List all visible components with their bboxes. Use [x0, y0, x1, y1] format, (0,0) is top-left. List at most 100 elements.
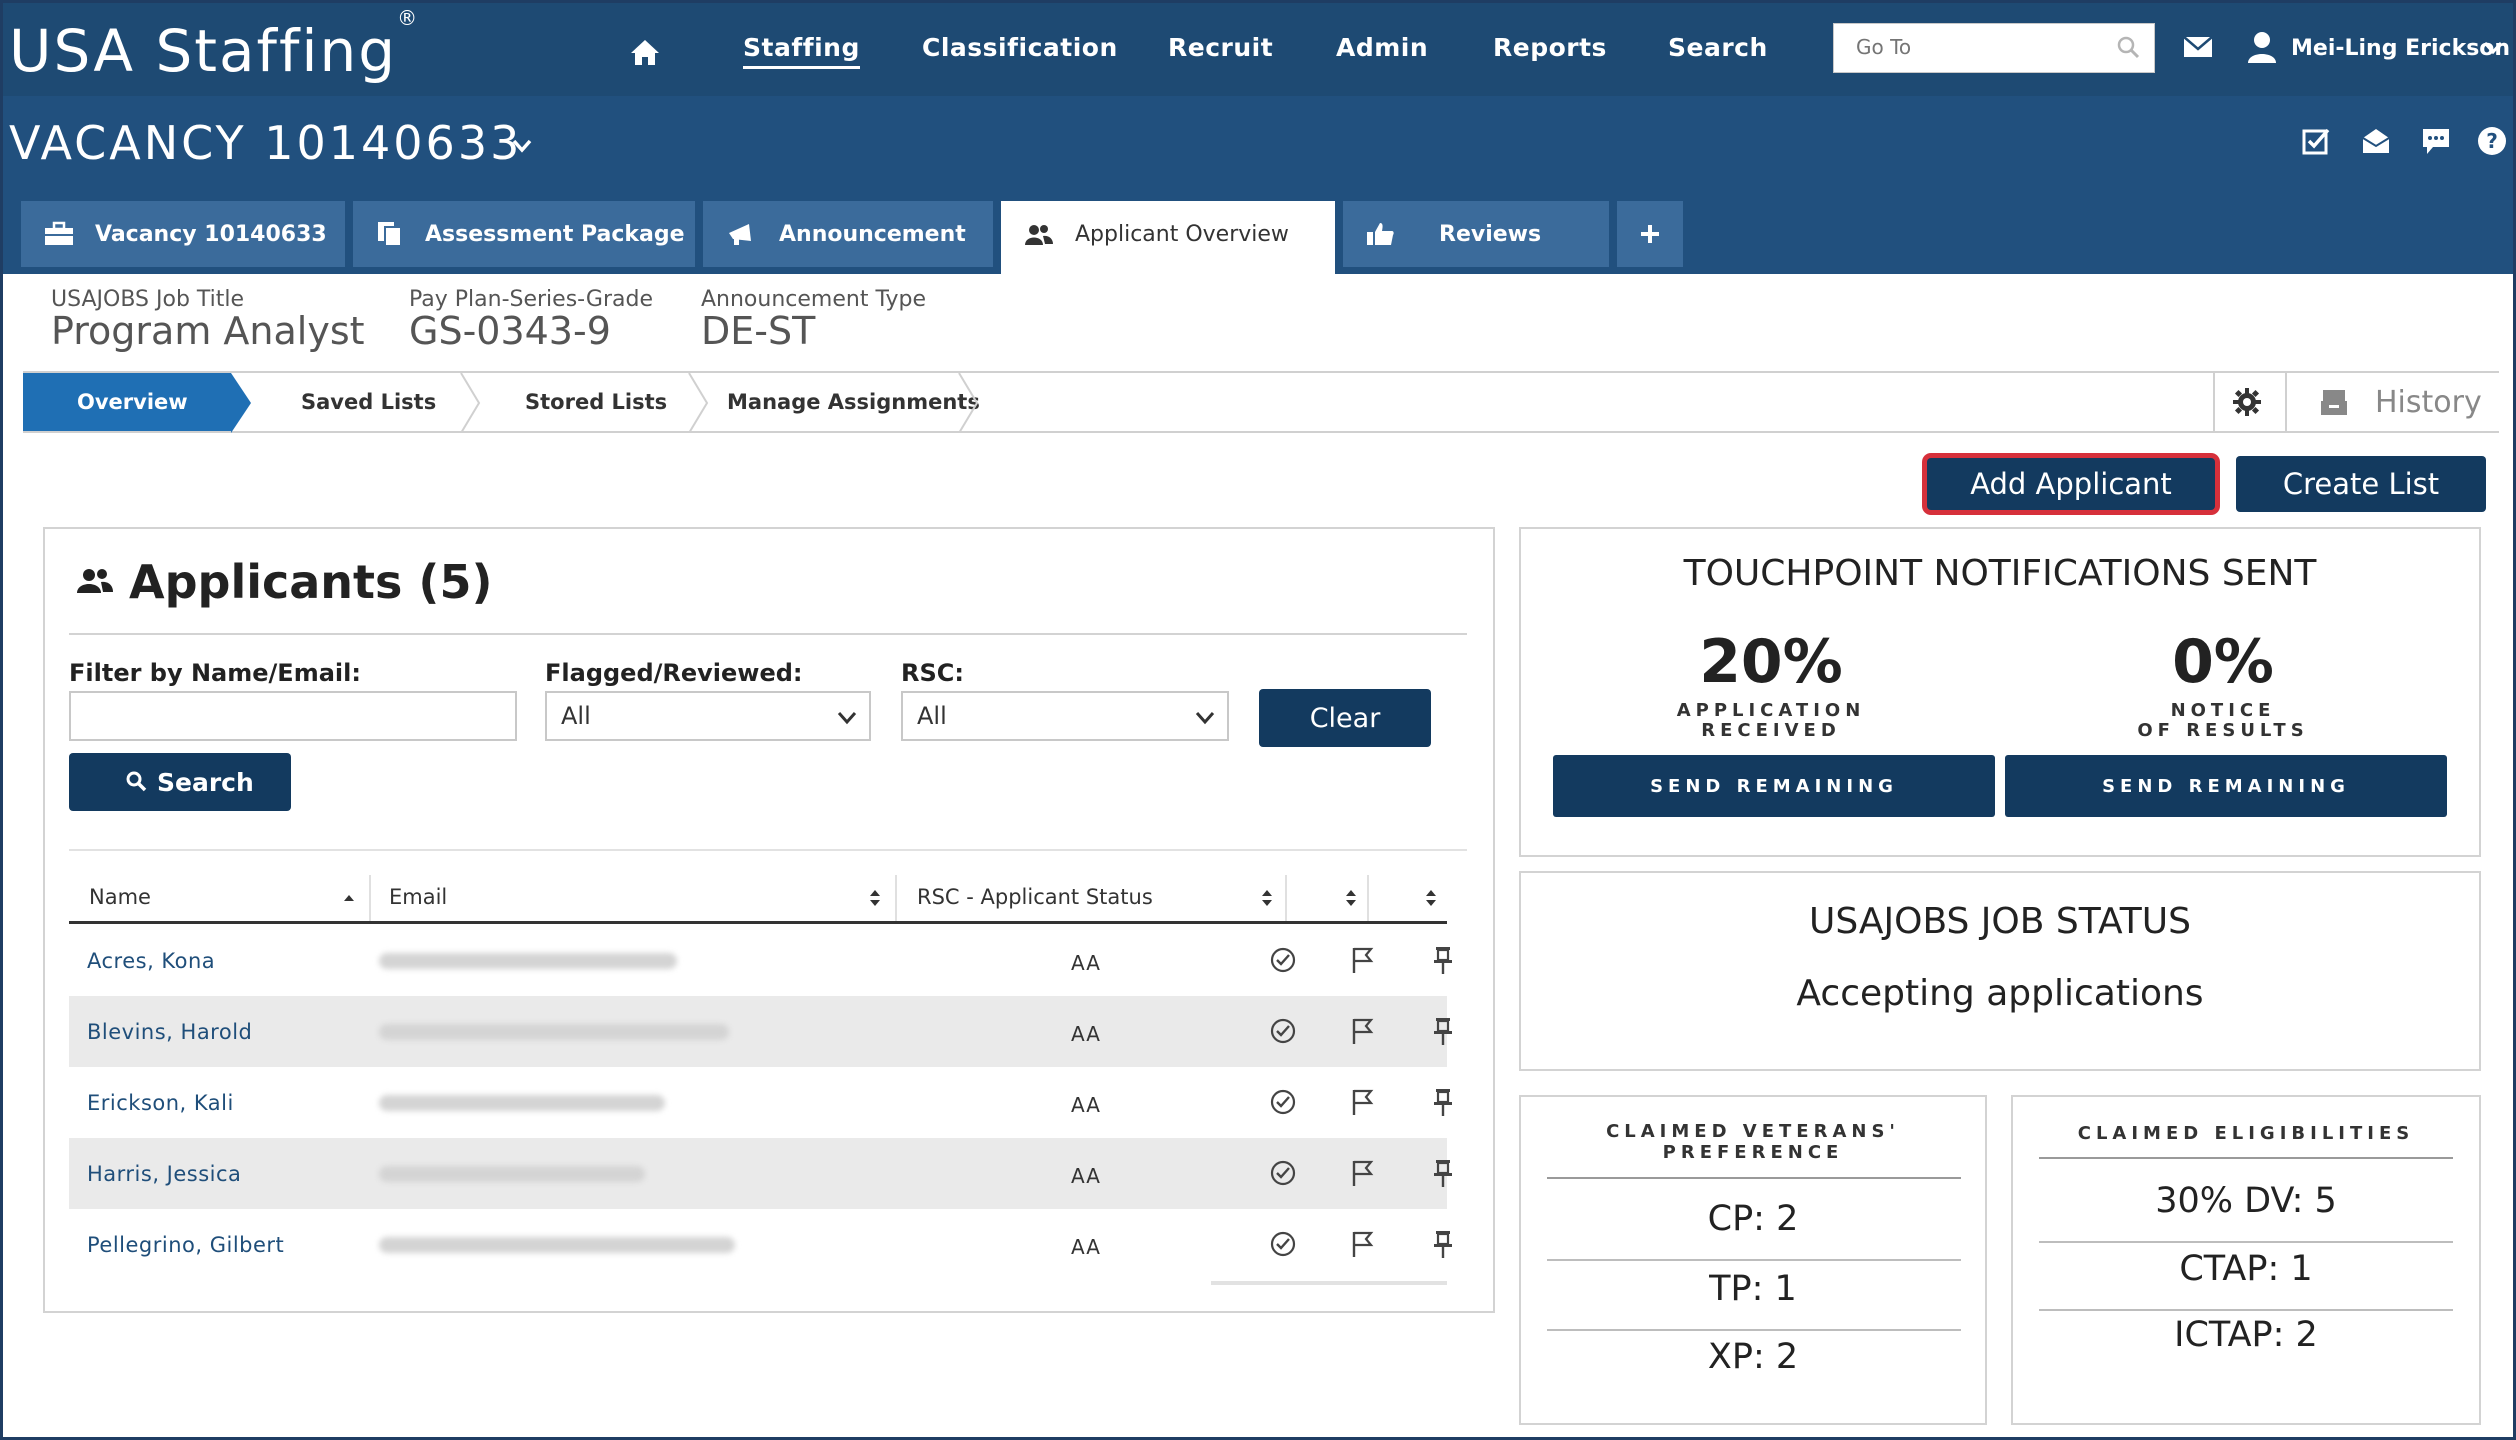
check-circle-icon[interactable]: [1269, 1016, 1297, 1046]
email-redacted: [379, 1166, 645, 1182]
tab-applicant-overview[interactable]: Applicant Overview: [1001, 201, 1335, 275]
subnav-manage-assignments[interactable]: Manage Assignments: [727, 373, 980, 431]
filter-name-email-input[interactable]: [69, 691, 517, 741]
chat-icon[interactable]: [2421, 126, 2451, 156]
checklist-icon[interactable]: [2301, 126, 2331, 156]
check-circle-icon[interactable]: [1269, 1158, 1297, 1188]
pin-icon[interactable]: [1429, 945, 1457, 975]
table-row[interactable]: Pellegrino, Gilbert AA: [69, 1209, 1452, 1280]
divider: [369, 875, 371, 921]
send-remaining-received-button[interactable]: SEND REMAINING: [1553, 755, 1995, 817]
flagged-reviewed-select[interactable]: All: [545, 691, 871, 741]
add-applicant-button[interactable]: Add Applicant: [1927, 458, 2215, 510]
nav-recruit[interactable]: Recruit: [1168, 33, 1273, 62]
divider: [69, 849, 1467, 851]
subnav-saved-lists[interactable]: Saved Lists: [301, 373, 436, 431]
rsc-select[interactable]: All: [901, 691, 1229, 741]
user-icon[interactable]: [2247, 31, 2277, 63]
table-row[interactable]: Blevins, Harold AA: [69, 996, 1452, 1067]
flag-icon[interactable]: [1349, 1087, 1377, 1117]
home-icon[interactable]: [629, 37, 661, 67]
applicant-name-link[interactable]: Blevins, Harold: [87, 1020, 252, 1044]
subnav-overview[interactable]: Overview: [23, 373, 231, 431]
nav-staffing[interactable]: Staffing: [743, 33, 860, 69]
flagged-selected-value: All: [561, 702, 591, 730]
history-link[interactable]: History: [2375, 385, 2482, 420]
breadcrumb-separator: [460, 373, 481, 433]
applicant-name-link[interactable]: Pellegrino, Gilbert: [87, 1233, 284, 1257]
pin-icon[interactable]: [1429, 1016, 1457, 1046]
veterans-title: CLAIMED VETERANS' PREFERENCE: [1606, 1121, 1900, 1163]
veterans-preference-panel: CLAIMED VETERANS' PREFERENCE CP: 2 TP: 1 …: [1519, 1095, 1987, 1425]
nav-search[interactable]: Search: [1668, 33, 1768, 62]
plus-icon: [1641, 225, 1659, 243]
flag-icon[interactable]: [1349, 1229, 1377, 1259]
pin-icon[interactable]: [1429, 1229, 1457, 1259]
tab-label: Announcement: [779, 222, 966, 247]
sort-asc-icon[interactable]: [343, 889, 355, 907]
send-remaining-notice-button[interactable]: SEND REMAINING: [2005, 755, 2447, 817]
vacancy-title[interactable]: VACANCY 10140633: [9, 116, 522, 170]
tab-label: Assessment Package: [425, 222, 685, 247]
job-status-panel: USAJOBS JOB STATUS Accepting application…: [1519, 871, 2481, 1071]
applicant-name-link[interactable]: Acres, Kona: [87, 949, 215, 973]
add-tab-button[interactable]: [1617, 201, 1683, 267]
archive-icon[interactable]: [2319, 387, 2349, 417]
usa-staffing-logo[interactable]: USA Staffing®: [9, 6, 419, 85]
flag-icon[interactable]: [1349, 1016, 1377, 1046]
column-header-email[interactable]: Email: [389, 885, 447, 909]
clear-button[interactable]: Clear: [1259, 689, 1431, 747]
applicant-name-link[interactable]: Harris, Jessica: [87, 1162, 241, 1186]
table-row[interactable]: Harris, Jessica AA: [69, 1138, 1452, 1209]
tab-label: Applicant Overview: [1075, 222, 1289, 247]
pin-icon[interactable]: [1429, 1087, 1457, 1117]
tab-announcement[interactable]: Announcement: [703, 201, 993, 267]
applicant-name-link[interactable]: Erickson, Kali: [87, 1091, 234, 1115]
nav-admin[interactable]: Admin: [1336, 33, 1428, 62]
divider: [69, 633, 1467, 635]
users-icon: [77, 569, 113, 593]
sort-icon[interactable]: [1261, 889, 1273, 907]
ictap-count: ICTAP: 2: [2174, 1315, 2318, 1355]
subnav-stored-lists[interactable]: Stored Lists: [525, 373, 667, 431]
divider: [1367, 875, 1369, 921]
chevron-down-icon[interactable]: [511, 138, 533, 154]
breadcrumb-separator: [688, 373, 709, 433]
check-circle-icon[interactable]: [1269, 1229, 1297, 1259]
sort-icon[interactable]: [1345, 889, 1357, 907]
tab-reviews[interactable]: Reviews: [1343, 201, 1609, 267]
job-title-value: Program Analyst: [51, 309, 365, 353]
goto-input[interactable]: [1834, 24, 2094, 70]
column-header-name[interactable]: Name: [89, 885, 151, 909]
check-circle-icon[interactable]: [1269, 945, 1297, 975]
gear-icon[interactable]: [2233, 388, 2261, 416]
nav-reports[interactable]: Reports: [1493, 33, 1607, 62]
table-row[interactable]: Erickson, Kali AA: [69, 1067, 1452, 1138]
email-redacted: [379, 953, 677, 969]
table-row[interactable]: Acres, Kona AA: [69, 925, 1452, 996]
mail-icon[interactable]: [2183, 35, 2213, 59]
search-button[interactable]: Search: [69, 753, 291, 811]
tab-assessment-package[interactable]: Assessment Package: [353, 201, 695, 267]
eligibilities-title: CLAIMED ELIGIBILITIES: [2077, 1123, 2415, 1144]
email-redacted: [379, 1095, 665, 1111]
column-header-rsc-status[interactable]: RSC - Applicant Status: [917, 885, 1153, 909]
sort-icon[interactable]: [1425, 889, 1437, 907]
sort-icon[interactable]: [869, 889, 881, 907]
flag-icon[interactable]: [1349, 945, 1377, 975]
tab-vacancy[interactable]: Vacancy 10140633: [21, 201, 345, 267]
divider: [2285, 373, 2287, 431]
create-list-button[interactable]: Create List: [2236, 456, 2486, 512]
pin-icon[interactable]: [1429, 1158, 1457, 1188]
user-name[interactable]: Mei-Ling Erickson: [2291, 36, 2510, 61]
open-mail-icon[interactable]: [2361, 126, 2391, 156]
email-redacted: [379, 1237, 735, 1253]
chevron-down-icon[interactable]: [2483, 41, 2503, 55]
flagged-label: Flagged/Reviewed:: [545, 659, 803, 687]
search-icon[interactable]: [2116, 35, 2140, 59]
nav-classification[interactable]: Classification: [922, 33, 1118, 62]
check-circle-icon[interactable]: [1269, 1087, 1297, 1117]
tab-label: Vacancy 10140633: [95, 222, 327, 247]
help-icon[interactable]: ?: [2477, 126, 2507, 156]
flag-icon[interactable]: [1349, 1158, 1377, 1188]
